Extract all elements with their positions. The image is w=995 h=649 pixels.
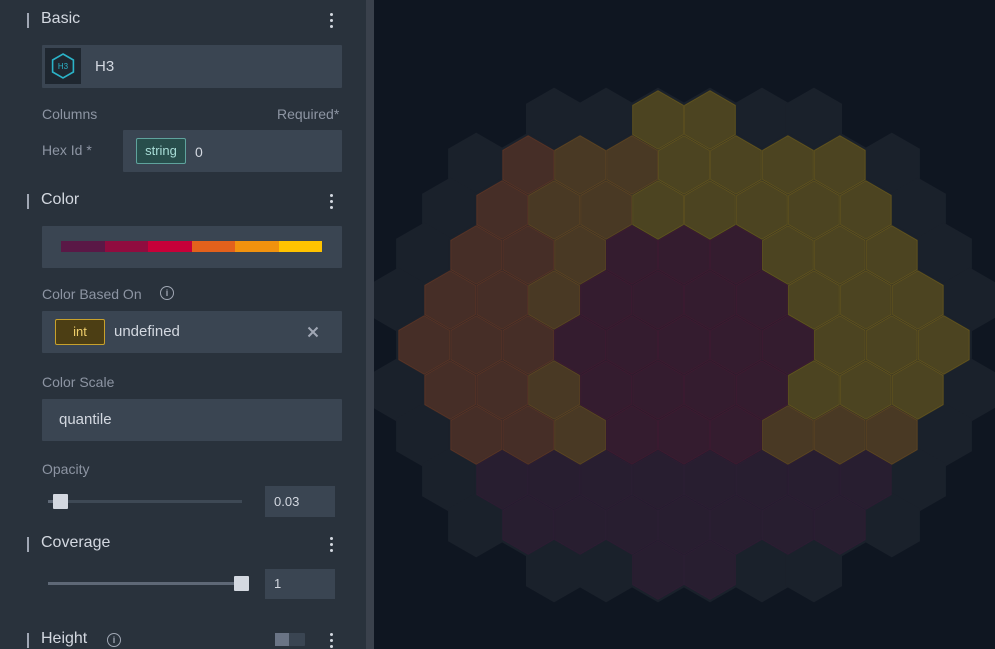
- height-section-title: Height: [41, 630, 88, 647]
- section-bar: [27, 13, 29, 28]
- panel-divider[interactable]: [366, 0, 374, 649]
- color-section-title: Color: [41, 191, 80, 208]
- info-icon[interactable]: i: [160, 286, 174, 300]
- section-bar: [27, 194, 29, 209]
- svg-text:H3: H3: [58, 62, 69, 71]
- clear-field-icon[interactable]: [307, 326, 319, 338]
- coverage-slider-handle[interactable]: [234, 576, 249, 591]
- color-field-value: undefined: [114, 323, 180, 340]
- opacity-slider-track[interactable]: [48, 500, 242, 503]
- basic-section-title: Basic: [41, 10, 81, 27]
- palette-swatch: [148, 241, 192, 252]
- height-toggle-knob: [275, 633, 289, 646]
- coverage-slider-fill: [48, 582, 242, 585]
- info-icon[interactable]: i: [107, 633, 121, 647]
- required-label: Required*: [277, 106, 340, 122]
- section-bar: [27, 633, 29, 648]
- layer-config-panel: Basic H3 H3 Columns Required* Hex Id * s…: [0, 0, 366, 649]
- color-palette-selector[interactable]: [42, 226, 342, 268]
- basic-section-header[interactable]: Basic: [0, 9, 366, 37]
- height-toggle[interactable]: [275, 633, 305, 646]
- color-scale-value: quantile: [59, 411, 112, 428]
- section-bar: [27, 537, 29, 552]
- columns-label: Columns: [42, 106, 98, 122]
- h3-hexagon-layer: [374, 87, 995, 603]
- layer-type-selector[interactable]: H3 H3: [42, 45, 342, 88]
- h3-hexagon-icon: H3: [45, 48, 81, 84]
- palette-swatch: [61, 241, 105, 252]
- palette-swatch: [104, 241, 148, 252]
- palette-swatch: [235, 241, 279, 252]
- opacity-input[interactable]: 0.03: [265, 486, 335, 517]
- color-field-selector[interactable]: int undefined: [42, 311, 342, 353]
- opacity-slider-handle[interactable]: [52, 494, 68, 509]
- height-kebab-menu-icon[interactable]: [326, 632, 336, 649]
- palette-swatch: [278, 241, 322, 252]
- coverage-section-title: Coverage: [41, 534, 111, 551]
- color-kebab-menu-icon[interactable]: [326, 193, 336, 211]
- opacity-label: Opacity: [42, 461, 90, 477]
- string-type-tag: string: [136, 138, 186, 164]
- color-based-on-label: Color Based On: [42, 286, 142, 302]
- hex-id-field-selector[interactable]: string 0: [123, 130, 342, 172]
- coverage-section-header[interactable]: Coverage: [0, 533, 366, 561]
- hex-id-label: Hex Id *: [42, 142, 92, 158]
- color-scale-label: Color Scale: [42, 374, 115, 390]
- color-scale-selector[interactable]: quantile: [42, 399, 342, 441]
- int-type-tag: int: [55, 319, 105, 345]
- coverage-kebab-menu-icon[interactable]: [326, 536, 336, 554]
- map-canvas[interactable]: [374, 0, 995, 649]
- height-section-header[interactable]: Height i: [0, 629, 366, 649]
- layer-type-label: H3: [95, 58, 115, 75]
- coverage-input[interactable]: 1: [265, 569, 335, 599]
- hex-id-field-value: 0: [195, 144, 203, 160]
- palette-swatch: [191, 241, 235, 252]
- color-section-header[interactable]: Color: [0, 190, 366, 218]
- color-palette-swatches: [61, 241, 322, 252]
- basic-kebab-menu-icon[interactable]: [326, 12, 336, 30]
